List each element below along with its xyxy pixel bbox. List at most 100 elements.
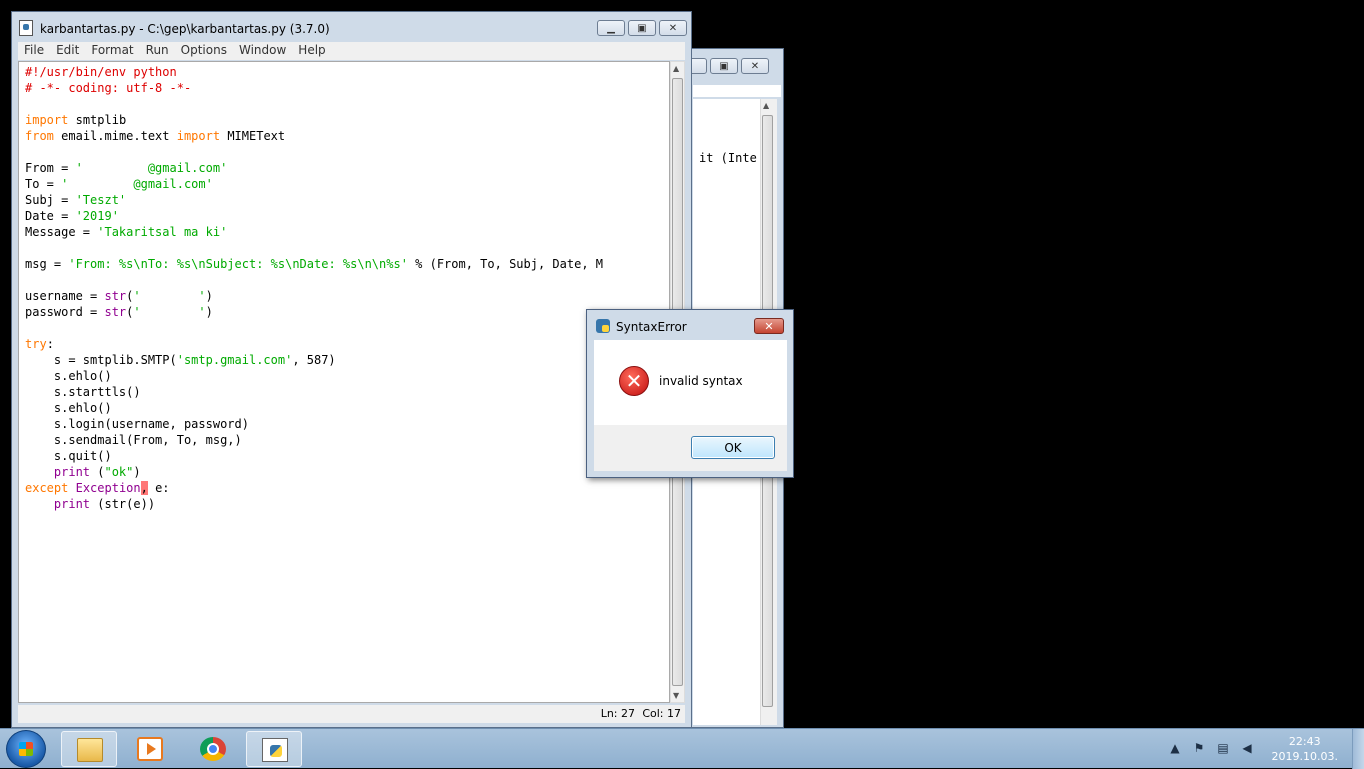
code-line: s.quit() [25,449,112,463]
start-button[interactable] [6,730,46,768]
keyword-token: except [25,481,69,495]
code-token: ) [133,465,141,479]
taskbar: ▲ ⚑ ▤ ◀ 22:43 2019.10.03. [0,728,1364,769]
action-center-icon[interactable]: ⚑ [1192,741,1206,755]
code-token: Date = [25,209,76,223]
menu-window[interactable]: Window [233,42,292,60]
code-lines: #!/usr/bin/env python # -*- coding: utf-… [25,65,603,511]
code-token: smtplib [75,113,127,127]
string-token: ' ' [133,305,206,319]
keyword-token: try [25,337,47,351]
media-player-icon [137,737,163,761]
system-tray: ▲ ⚑ ▤ ◀ [1168,741,1254,755]
code-token: password = [25,305,105,319]
taskbar-media-player[interactable] [122,731,178,767]
code-line: s.login(username, password) [25,417,249,431]
dialog-message: invalid syntax [659,374,743,388]
menu-help[interactable]: Help [292,42,331,60]
volume-icon[interactable]: ◀ [1240,741,1254,755]
keyword-token: import [176,129,221,143]
string-token: ' @gmail.com' [61,177,213,191]
code-line: s.sendmail(From, To, msg,) [25,433,242,447]
keyword-token: from [25,129,54,143]
code-token: To = [25,177,62,191]
code-token: ( [90,465,105,479]
menu-run[interactable]: Run [140,42,175,60]
code-token: MIMEText [220,129,286,143]
scroll-down-icon[interactable]: ▼ [673,691,679,700]
builtin-token: str [104,289,127,303]
taskbar-clock[interactable]: 22:43 2019.10.03. [1272,734,1338,764]
menu-format[interactable]: Format [85,42,139,60]
show-hidden-icons-icon[interactable]: ▲ [1168,741,1182,755]
folder-icon [77,738,103,762]
code-token: From = [25,161,76,175]
clock-time: 22:43 [1288,735,1321,748]
code-token: msg = [25,257,69,271]
builtin-token: str [104,305,127,319]
taskbar-explorer[interactable] [61,731,117,767]
editor-window-buttons: ▁ ▣ ✕ [597,20,687,36]
maximize-button[interactable]: ▣ [628,20,656,36]
string-token: 'Teszt' [75,193,127,207]
minimize-icon: ▁ [607,22,615,34]
python-file-icon [19,20,33,36]
code-token: % (From, To, Subj, Date, M [407,257,603,271]
taskbar-python-idle[interactable] [246,731,302,767]
syntax-error-highlight: , [140,481,148,495]
string-token: "ok" [104,465,134,479]
python-idle-icon [262,738,288,762]
show-desktop-button[interactable] [1352,729,1364,769]
error-icon: ✕ [619,366,649,396]
code-token: username = [25,289,105,303]
menu-edit[interactable]: Edit [50,42,85,60]
shell-window-buttons: ▣ ✕ [689,58,769,74]
shell-maximize-button[interactable]: ▣ [710,58,738,74]
chrome-icon [200,737,226,761]
keyword-token: import [25,113,69,127]
string-token: '2019' [75,209,119,223]
close-button[interactable]: ✕ [659,20,687,36]
code-token: Message = [25,225,98,239]
code-line: s.ehlo() [25,369,112,383]
dialog-title: SyntaxError [616,320,687,334]
code-token: Subj = [25,193,76,207]
shell-close-button[interactable]: ✕ [741,58,769,74]
builtin-token: print [53,497,91,511]
taskbar-chrome[interactable] [185,731,241,767]
editor-titlebar[interactable]: karbantartas.py - C:\gep\karbantartas.py… [12,12,691,42]
dialog-body: ✕ invalid syntax [594,340,787,425]
close-icon: ✕ [750,60,760,72]
code-line: #!/usr/bin/env python [25,65,177,79]
editor-title: karbantartas.py - C:\gep\karbantartas.py… [40,22,330,36]
menu-file[interactable]: File [18,42,50,60]
dialog-close-button[interactable]: ✕ [754,318,784,334]
network-icon[interactable]: ▤ [1216,741,1230,755]
status-line: Ln: 27 [600,707,635,720]
code-token: , 587) [292,353,336,367]
menu-options[interactable]: Options [175,42,233,60]
string-token: 'From: %s\nTo: %s\nSubject: %s\nDate: %s… [68,257,408,271]
status-column: Col: 17 [642,707,681,720]
minimize-button[interactable]: ▁ [597,20,625,36]
string-token: 'Takaritsal ma ki' [97,225,228,239]
code-editor[interactable]: #!/usr/bin/env python # -*- coding: utf-… [18,61,670,703]
builtin-token: Exception [75,481,141,495]
clock-date: 2019.10.03. [1271,750,1338,763]
code-token: e: [147,481,170,495]
editor-menubar: File Edit Format Run Options Window Help [18,42,685,60]
code-token: email.mime.text [61,129,177,143]
close-icon: ✕ [668,22,678,34]
close-icon: ✕ [764,319,774,333]
scroll-up-icon[interactable]: ▲ [763,101,769,110]
maximize-icon: ▣ [719,60,729,72]
syntax-error-dialog[interactable]: SyntaxError ✕ ✕ invalid syntax OK [586,309,794,478]
ok-button[interactable]: OK [691,436,775,459]
code-line: s.ehlo() [25,401,112,415]
scroll-up-icon[interactable]: ▲ [673,64,679,73]
code-line: s.starttls() [25,385,141,399]
code-line: # -*- coding: utf-8 -*- [25,81,192,95]
editor-statusbar: Ln: 27 Col: 17 [18,705,685,723]
shell-text-fragment: it (Inte [699,151,757,165]
string-token: ' @gmail.com' [75,161,228,175]
